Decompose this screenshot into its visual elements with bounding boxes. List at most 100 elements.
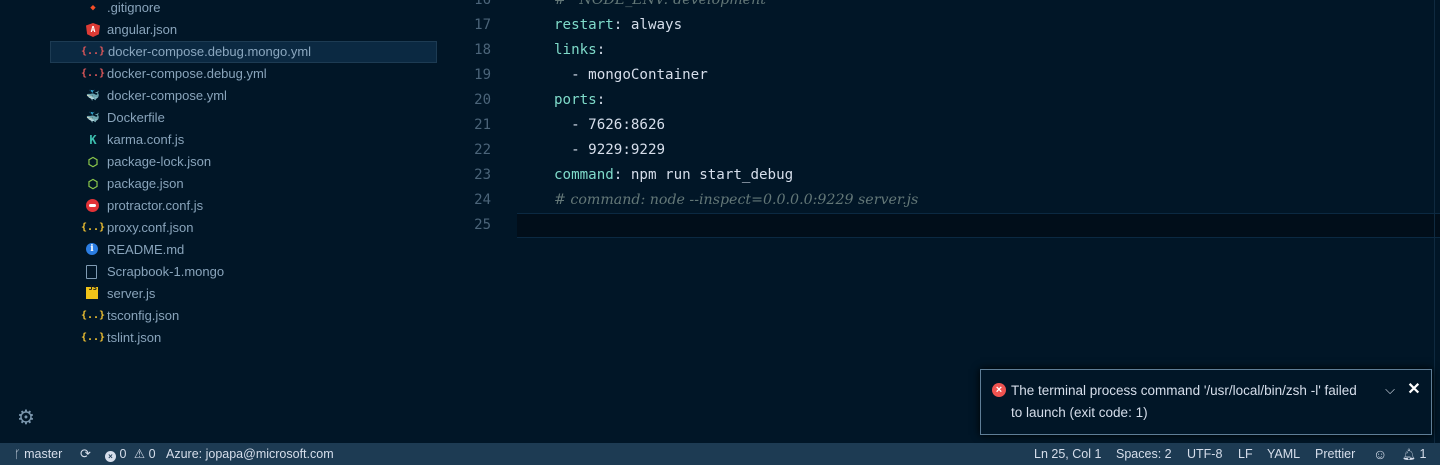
problems-indicator[interactable]: × 0 ⚠ 0 [105,443,156,465]
feedback-button[interactable]: ☺ [1373,443,1387,465]
file-item[interactable]: 🐳 docker-compose.yml [50,85,437,107]
file-name: Dockerfile [107,110,165,125]
javascript-icon: JS [86,284,98,299]
cursor-position[interactable]: Ln 25, Col 1 [1034,443,1101,465]
json-icon: {..} [80,222,106,233]
file-name: README.md [107,242,185,257]
file-item[interactable]: Aangular.json [50,19,437,41]
line-number: 21 [474,117,491,133]
yaml-key: restart [554,17,614,33]
file-name: package-lock.json [107,154,212,169]
file-name: Scrapbook-1.mongo [107,264,225,279]
azure-account[interactable]: Azure: jopapa@microsoft.com [166,443,334,465]
file-item[interactable]: ⬡ package.json [50,173,437,195]
error-notification: × The terminal process command '/usr/loc… [980,369,1432,435]
yaml-icon: {..} [80,46,106,57]
file-item[interactable]: {..} tsconfig.json [50,305,437,327]
line-number: 16 [474,0,491,8]
eol-setting[interactable]: LF [1238,443,1253,465]
code-area[interactable]: # NODE_ENV: development restart: always li… [517,0,1440,238]
file-item[interactable]: Scrapbook-1.mongo [50,261,437,283]
line-number: 23 [474,167,491,183]
vertical-scrollbar[interactable] [1434,0,1440,443]
yaml-key: command [554,167,614,183]
encoding-setting[interactable]: UTF-8 [1187,443,1222,465]
file-item[interactable]: Kkarma.conf.js [50,129,437,151]
status-bar: ᚴ master ⟳ × 0 ⚠ 0 Azure: jopapa@microso… [0,443,1440,465]
language-mode[interactable]: YAML [1267,443,1300,465]
info-icon: i [86,243,98,255]
json-icon: {..} [80,332,106,343]
line-number: 18 [474,42,491,58]
karma-icon: K [89,133,97,147]
line-number: 25 [474,217,491,233]
code-line[interactable]: ports: [517,88,1440,113]
code-line[interactable]: restart: always [517,13,1440,38]
file-item[interactable]: ⬡ package-lock.json [50,151,437,173]
code-line[interactable]: - 7626:8626 [517,113,1440,138]
yaml-key: ports [554,92,597,108]
nodejs-icon: ⬡ [87,155,99,169]
indentation-setting[interactable]: Spaces: 2 [1116,443,1172,465]
line-number: 24 [474,192,491,208]
nodejs-icon: ⬡ [87,177,99,191]
line-number-gutter: 16 17 18 19 20 21 22 23 24 25 [437,0,517,238]
protractor-icon [86,199,99,212]
code-line[interactable]: # command: node --inspect=0.0.0.0:9229 s… [517,188,1440,213]
warning-count: 0 [148,447,156,461]
current-code-line[interactable] [517,213,1440,238]
formatter-status[interactable]: Prettier [1315,443,1355,465]
file-name: server.js [107,286,156,301]
code-text: - 7626:8626 [554,117,666,133]
file-item[interactable]: JS server.js [50,283,437,305]
warning-icon: ⚠ [133,447,146,461]
file-tree: ◆ .gitignore Aangular.json {..} docker-compo… [50,0,437,349]
file-item[interactable]: ◆ .gitignore [50,0,437,19]
file-item[interactable]: 🐳 Dockerfile [50,107,437,129]
docker-icon: 🐳 [86,111,100,124]
file-name: protractor.conf.js [107,198,204,213]
line-number: 17 [474,17,491,33]
file-item[interactable]: i README.md [50,239,437,261]
line-number: 19 [474,67,491,83]
docker-icon: 🐳 [86,89,100,102]
code-text: - 9229:9229 [554,142,666,158]
error-count: 0 [119,447,127,461]
smiley-icon: ☺ [1373,446,1388,462]
file-item[interactable]: {..} docker-compose.debug.mongo.yml [50,41,437,63]
git-branch-icon: ᚴ [14,449,21,461]
chevron-down-icon[interactable]: ⌵ [1382,380,1398,400]
file-item[interactable]: {..} tslint.json [50,327,437,349]
code-text: : [596,42,606,58]
code-line[interactable]: - mongoContainer [517,63,1440,88]
file-name: .gitignore [107,0,161,15]
error-count-icon: × [105,451,116,462]
code-line[interactable]: links: [517,38,1440,63]
file-name: docker-compose.debug.yml [107,66,267,81]
error-icon: × [992,383,1006,397]
yaml-icon: {..} [80,68,106,79]
line-number: 22 [474,142,491,158]
sync-icon: ⟳ [80,446,91,461]
git-icon: ◆ [90,3,96,13]
bell-icon: 🔔︎ [1402,449,1416,461]
explorer-sidebar: ◆ .gitignore Aangular.json {..} docker-compo… [0,0,437,443]
file-item[interactable]: {..} proxy.conf.json [50,217,437,239]
sync-button[interactable]: ⟳ [80,443,91,465]
notification-count: 1 [1419,447,1427,461]
gear-icon[interactable]: ⚙ [15,407,37,429]
file-name: docker-compose.debug.mongo.yml [108,44,312,59]
close-icon[interactable]: ✕ [1406,380,1422,400]
code-line[interactable]: # NODE_ENV: development [517,0,1440,13]
code-line[interactable]: command: npm run start_debug [517,163,1440,188]
file-name: package.json [107,176,184,191]
branch-name: master [24,447,63,461]
angular-icon: A [86,23,100,37]
code-line[interactable]: - 9229:9229 [517,138,1440,163]
branch-indicator[interactable]: ᚴ master [14,443,62,465]
notifications-button[interactable]: 🔔︎ 1 [1402,443,1426,465]
file-item[interactable]: protractor.conf.js [50,195,437,217]
line-number: 20 [474,92,491,108]
file-item[interactable]: {..} docker-compose.debug.yml [50,63,437,85]
json-icon: {..} [80,310,106,321]
